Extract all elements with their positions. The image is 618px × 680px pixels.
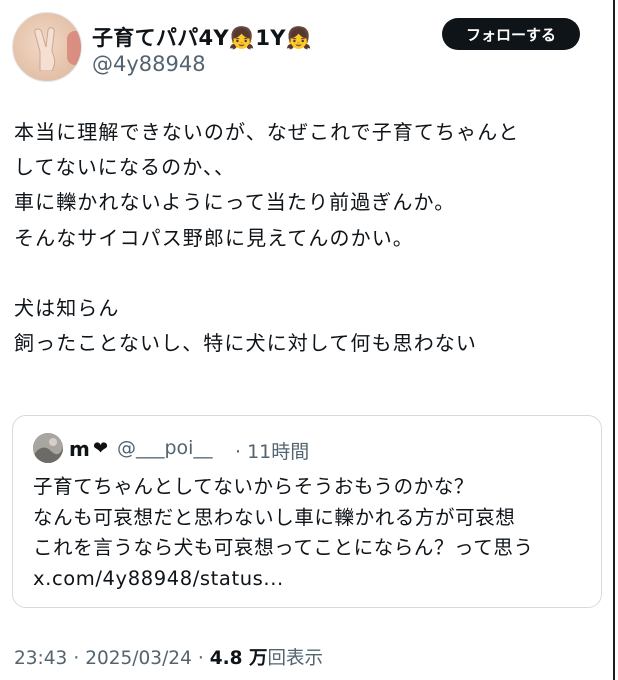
quoted-avatar-image-icon	[33, 433, 63, 463]
heart-icon: ❤	[93, 438, 109, 459]
tweet-text: 本当に理解できないのが、なぜこれで子育てちゃんと してないになるのか、、 車に轢…	[14, 120, 520, 356]
right-border	[613, 0, 615, 680]
quoted-tweet-text: 子育てちゃんとしてないからそうおもうのかな？ なんも可哀想だと思わないし車に轢か…	[33, 475, 534, 590]
avatar-background-shape	[67, 31, 81, 65]
views-label: 回表示	[267, 648, 323, 669]
tweet-meta: 23:43 · 2025/03/24 · 4.8 万回表示	[14, 644, 323, 670]
avatar[interactable]	[12, 12, 82, 82]
follow-button[interactable]: フォローする	[442, 18, 580, 50]
meta-separator-2: ·	[197, 648, 204, 669]
tweet-header: 子育てパパ4Y👧1Y👧 @4y88948 フォローする	[10, 10, 598, 86]
author-display-name[interactable]: 子育てパパ4Y👧1Y👧	[92, 22, 312, 52]
tweet-date[interactable]: 2025/03/24	[85, 648, 192, 669]
views-count: 4.8 万	[209, 648, 268, 669]
peace-sign-hand-icon	[34, 27, 56, 71]
quoted-author-handle[interactable]: @___poi__	[117, 437, 212, 459]
meta-separator: ·	[73, 648, 80, 669]
quoted-author-avatar[interactable]	[33, 433, 63, 463]
quoted-tweet-time: · 11時間	[235, 441, 310, 463]
tweet-time[interactable]: 23:43	[14, 648, 67, 669]
author-handle[interactable]: @4y88948	[92, 52, 206, 76]
quoted-author-name[interactable]: m	[69, 437, 90, 461]
quoted-tweet-card[interactable]: m ❤ @___poi__ · 11時間 子育てちゃんとしてないからそうおもうの…	[12, 415, 602, 608]
